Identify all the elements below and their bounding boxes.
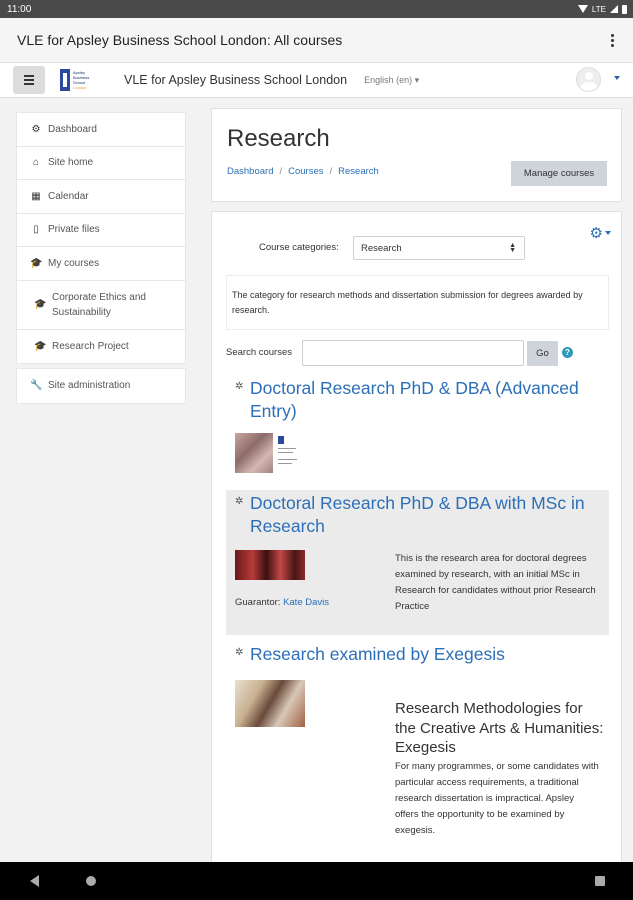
course-category-region: ⚙ Course categories: Research ▲ ▼ The cat… [211,211,622,871]
nav-item-label: Calendar [48,190,89,202]
course-image [235,433,273,473]
course-image-logo [275,433,301,473]
battery-icon [622,4,627,14]
page-title: Research [227,125,330,152]
file-icon: ▯ [33,224,39,236]
search-courses-input[interactable] [302,340,524,366]
help-icon[interactable]: ? [562,347,573,358]
nav-item-label: Dashboard [48,123,97,135]
back-icon[interactable] [30,875,39,887]
course-title-link[interactable]: Doctoral Research PhD & DBA with MSc in … [250,492,605,538]
home-button-icon[interactable] [86,876,96,886]
hamburger-menu-button[interactable] [13,66,45,94]
course-summary-heading: Research Methodologies for the Creative … [395,700,604,756]
course-title-link[interactable]: Doctoral Research PhD & DBA (Advanced En… [250,377,605,423]
graduation-cap-icon: 🎓 [30,257,43,269]
breadcrumb: Dashboard / Courses / Research [227,166,379,177]
category-label: Course categories: [259,242,339,253]
nav-item-site-home[interactable]: ⌂ Site home [17,147,185,180]
nav-item-dashboard[interactable]: ⚙ Dashboard [17,113,185,147]
course-image [235,680,305,727]
category-description: The category for research methods and di… [226,275,609,330]
course-image [235,550,305,580]
language-menu[interactable]: English (en) ▾ [364,75,419,86]
chevron-down-icon [605,231,611,235]
network-type: LTE [591,4,606,14]
settings-menu[interactable]: ⚙ [590,224,611,242]
status-time: 11:00 [7,3,32,15]
nav-item-calendar[interactable]: ▦ Calendar [17,180,185,214]
overflow-menu-icon[interactable] [607,30,618,51]
course-icon: ✲ [235,381,244,392]
nav-item-site-administration[interactable]: 🔧 Site administration [17,369,185,403]
category-selected-value: Research [361,242,402,254]
home-icon: ⌂ [32,157,40,169]
breadcrumb-courses[interactable]: Courses [288,166,323,177]
breadcrumb-separator: / [279,166,283,177]
nav-item-private-files[interactable]: ▯ Private files [17,214,185,247]
system-nav-bar [0,862,633,900]
nav-item-course-research-project[interactable]: 🎓 Research Project [17,330,185,364]
app-bar: VLE for Apsley Business School London: A… [0,18,633,63]
course-icon: ✲ [235,647,244,658]
nav-drawer: ⚙ Dashboard ⌂ Site home ▦ Calendar ▯ Pri… [16,112,186,404]
breadcrumb-dashboard[interactable]: Dashboard [227,166,273,177]
category-select[interactable]: Research ▲ ▼ [353,236,525,260]
nav-item-label: My courses [48,257,100,269]
nav-item-label: Research Project [52,340,129,352]
search-courses-label: Search courses [226,347,293,358]
wifi-icon [577,5,588,13]
search-go-button[interactable]: Go [527,341,558,366]
nav-item-label: Corporate Ethics and Sustainability [52,291,146,318]
course-icon: ✲ [235,496,244,507]
course-guarantor: Guarantor: Kate Davis [235,597,329,608]
page-header: Research Dashboard / Courses / Research Mana… [211,108,622,202]
guarantor-link[interactable]: Kate Davis [283,597,329,608]
status-bar: 11:00 LTE [0,0,633,18]
course-box: ✲ Doctoral Research PhD & DBA (Advanced … [226,375,609,475]
logo-text: Apsley Business School London [73,70,90,90]
user-avatar[interactable] [576,67,601,92]
status-icons: LTE [577,4,627,14]
nav-block-admin: 🔧 Site administration [16,368,186,404]
nav-item-label: Private files [48,224,100,236]
site-navbar: Apsley Business School London VLE for Ap… [0,63,633,98]
breadcrumb-research[interactable]: Research [338,166,379,177]
recents-icon[interactable] [595,876,605,886]
site-logo[interactable]: Apsley Business School London [60,68,116,92]
nav-item-label: Site administration [48,380,131,392]
dashboard-icon: ⚙ [31,123,41,135]
nav-item-course-corporate-ethics[interactable]: 🎓 Corporate Ethics and Sustainability [17,281,185,330]
select-arrows-icon: ▲ ▼ [509,242,516,254]
wrench-icon: 🔧 [30,380,43,392]
course-title-link[interactable]: Research examined by Exegesis [250,643,605,666]
course-summary: This is the research area for doctoral d… [395,553,596,612]
manage-courses-button[interactable]: Manage courses [511,161,607,186]
course-summary: For many programmes, or some candidates … [395,761,599,836]
user-menu-caret-icon[interactable] [614,76,620,80]
graduation-cap-icon: 🎓 [34,340,47,352]
nav-item-my-courses[interactable]: 🎓 My courses [17,247,185,281]
calendar-icon: ▦ [31,190,41,202]
course-box: ✲ Research examined by Exegesis Research… [226,642,609,870]
app-title: VLE for Apsley Business School London: A… [17,32,343,48]
gear-icon: ⚙ [589,225,603,242]
nav-block-main: ⚙ Dashboard ⌂ Site home ▦ Calendar ▯ Pri… [16,112,186,364]
signal-icon [610,5,618,13]
logo-mark [60,69,70,91]
breadcrumb-separator: / [329,166,333,177]
course-box: ✲ Doctoral Research PhD & DBA with MSc i… [226,490,609,635]
site-name[interactable]: VLE for Apsley Business School London [124,73,347,87]
nav-item-label: Site home [48,157,94,169]
graduation-cap-icon: 🎓 [34,299,47,310]
